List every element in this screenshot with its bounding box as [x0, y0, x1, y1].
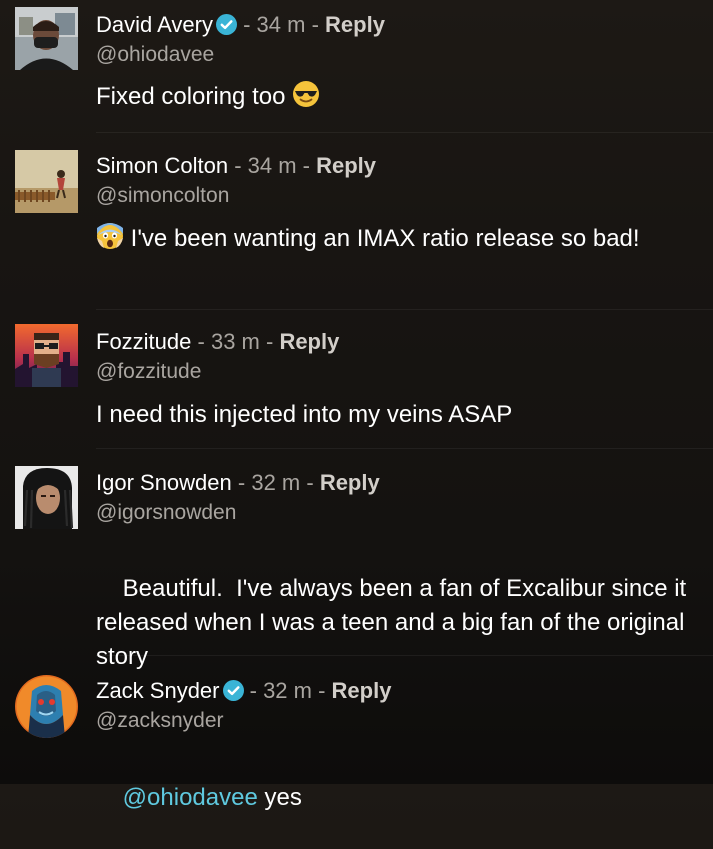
- comment-text-block: I've been wanting an IMAX ratio release …: [96, 222, 706, 256]
- author-handle[interactable]: @ohiodavee: [96, 42, 214, 68]
- reply-button[interactable]: Reply: [316, 153, 376, 178]
- author-handle[interactable]: @fozzitude: [96, 359, 201, 385]
- author-name[interactable]: Igor Snowden: [96, 470, 232, 495]
- reply-button[interactable]: Reply: [332, 678, 392, 703]
- screaming-face-emoji-icon: [97, 223, 123, 249]
- avatar-image: [15, 150, 78, 213]
- author-name[interactable]: Simon Colton: [96, 153, 228, 178]
- user-mention-link[interactable]: @ohiodavee: [123, 784, 258, 811]
- author-handle[interactable]: @igorsnowden: [96, 500, 236, 526]
- author-name[interactable]: David Avery: [96, 12, 213, 37]
- comment-meta: David Avery - 34 m - Reply: [96, 12, 385, 38]
- meta-separator: -: [296, 153, 317, 178]
- author-name[interactable]: Zack Snyder: [96, 678, 220, 703]
- meta-separator: -: [259, 329, 280, 354]
- comment-meta: Simon Colton - 34 m - Reply: [96, 153, 376, 179]
- comment-item: Fozzitude - 33 m - Reply @fozzitude I ne…: [0, 310, 713, 448]
- meta-separator: -: [300, 470, 320, 495]
- author-handle[interactable]: @zacksnyder: [96, 708, 224, 734]
- sunglasses-emoji-icon: [293, 81, 320, 107]
- avatar[interactable]: [15, 150, 78, 213]
- avatar[interactable]: [15, 675, 78, 738]
- comment-text-block: I need this injected into my veins ASAP: [96, 398, 706, 432]
- avatar-image: [15, 7, 78, 70]
- reply-button[interactable]: Reply: [279, 329, 339, 354]
- meta-separator: -: [243, 678, 264, 703]
- comment-text: I need this injected into my veins ASAP: [96, 401, 513, 428]
- avatar[interactable]: [15, 466, 78, 529]
- avatar-image: [15, 324, 78, 387]
- comment-time: 34 m: [256, 12, 306, 37]
- meta-separator: -: [191, 329, 211, 354]
- author-name[interactable]: Fozzitude: [96, 329, 191, 354]
- comment-item: Igor Snowden - 32 m - Reply @igorsnowden…: [0, 449, 713, 670]
- avatar-image: [15, 466, 78, 529]
- comment-time: 32 m: [251, 470, 301, 495]
- verified-badge-icon: [215, 14, 237, 35]
- comment-item: Zack Snyder - 32 m - Reply @zacksnyder @…: [0, 656, 713, 811]
- comment-meta: Fozzitude - 33 m - Reply: [96, 329, 339, 355]
- author-handle[interactable]: @simoncolton: [96, 183, 229, 209]
- meta-separator: -: [236, 12, 257, 37]
- comment-text: I've been wanting an IMAX ratio release …: [130, 225, 640, 252]
- meta-separator: -: [305, 12, 326, 37]
- reply-button[interactable]: Reply: [325, 12, 385, 37]
- meta-separator: -: [228, 153, 248, 178]
- reply-button[interactable]: Reply: [320, 470, 380, 495]
- comment-meta: Igor Snowden - 32 m - Reply: [96, 470, 380, 496]
- meta-separator: -: [231, 470, 252, 495]
- comment-text-block: @ohiodavee yes: [96, 747, 706, 849]
- comment-time: 33 m: [210, 329, 260, 354]
- avatar[interactable]: [15, 7, 78, 70]
- comment-item: David Avery - 34 m - Reply @ohiodavee Fi…: [0, 0, 713, 132]
- comment-time: 32 m: [263, 678, 312, 703]
- avatar[interactable]: [15, 324, 78, 387]
- comment-meta: Zack Snyder - 32 m - Reply: [96, 678, 391, 704]
- avatar-image: [15, 675, 78, 738]
- comment-item: Simon Colton - 34 m - Reply @simoncolton…: [0, 133, 713, 309]
- comment-text: Fixed coloring too: [96, 83, 286, 110]
- comment-text: yes: [257, 784, 302, 811]
- meta-separator: -: [311, 678, 332, 703]
- comment-text-block: Fixed coloring too: [96, 80, 706, 114]
- comment-time: 34 m: [247, 153, 297, 178]
- verified-badge-icon: [222, 680, 244, 701]
